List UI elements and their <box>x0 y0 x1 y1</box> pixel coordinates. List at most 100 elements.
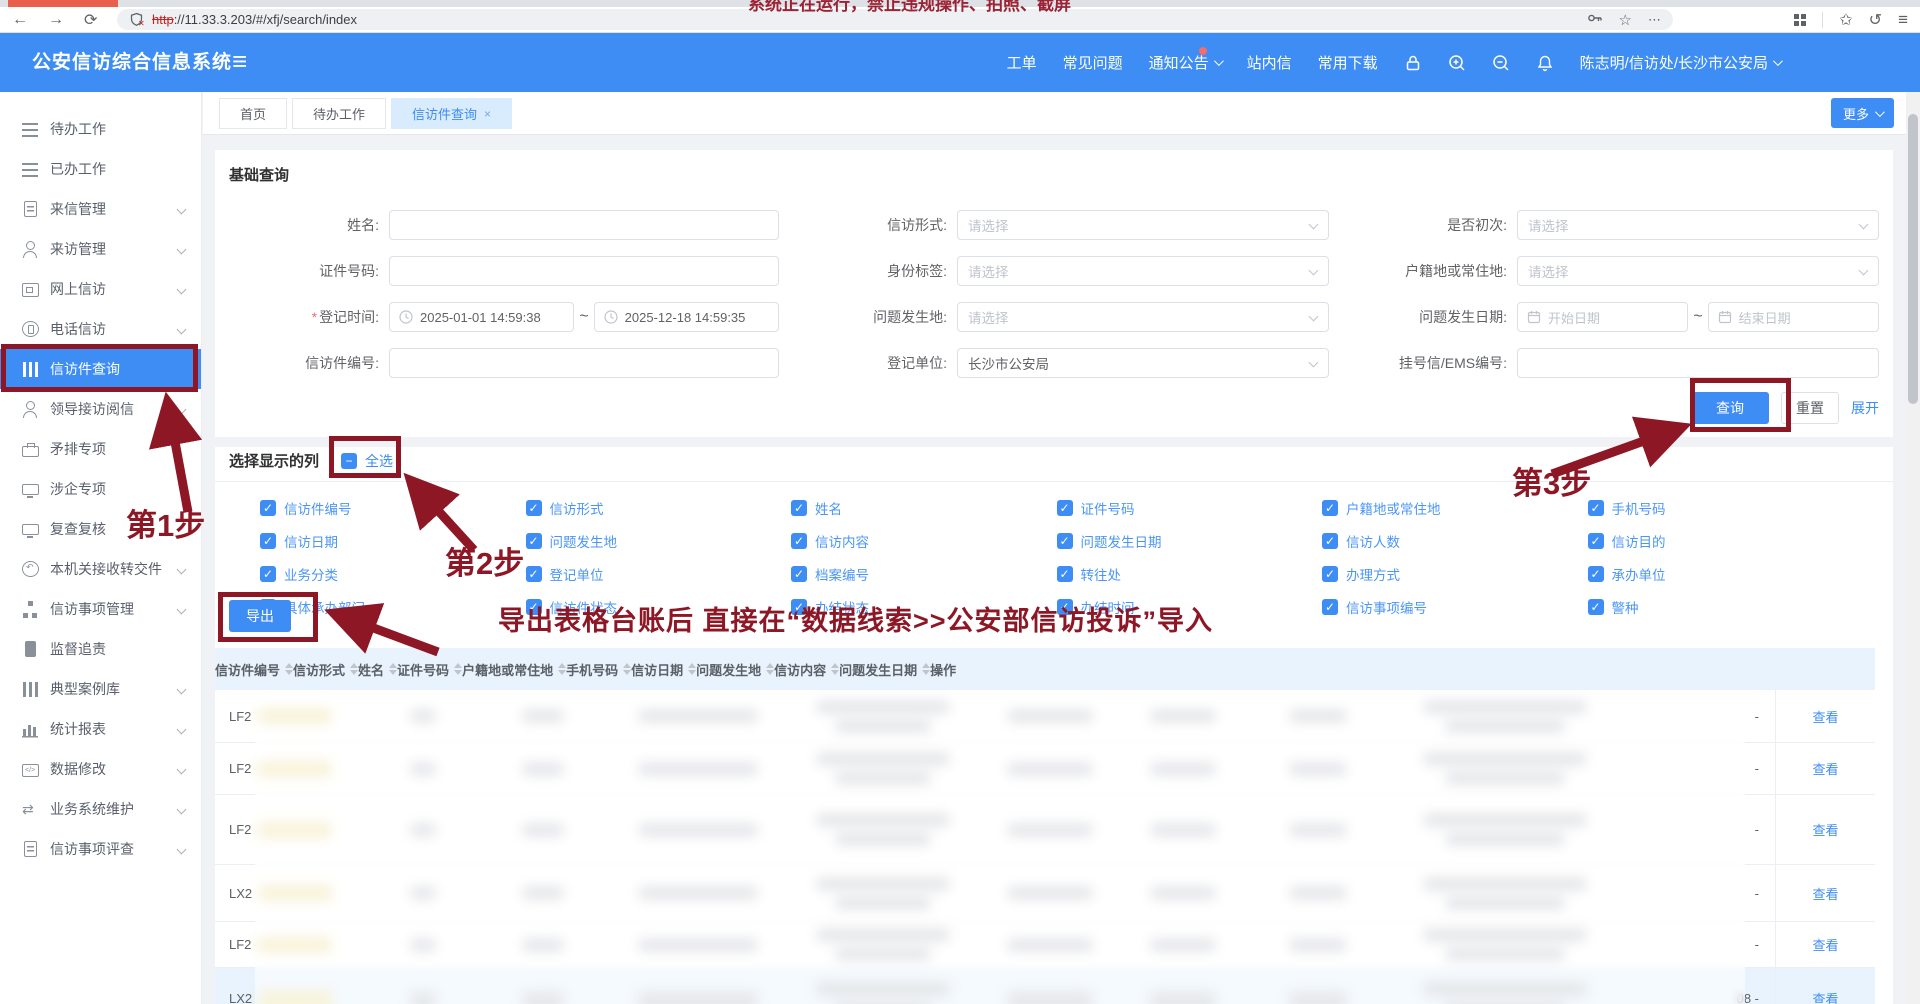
checkbox-checked-icon[interactable]: ✓ <box>526 533 542 549</box>
more-url-actions-icon[interactable]: ⋯ <box>1648 12 1661 28</box>
sort-icon[interactable] <box>285 663 293 675</box>
column-checkbox[interactable]: ✓ 转往处 <box>1057 564 1323 584</box>
sidebar-item[interactable]: 已办工作 <box>0 149 201 189</box>
ems-number-input[interactable] <box>1517 348 1879 378</box>
browser-tab[interactable] <box>8 0 118 7</box>
password-key-icon[interactable] <box>1587 10 1603 29</box>
checkbox-checked-icon[interactable]: ✓ <box>1588 566 1604 582</box>
checkbox-checked-icon[interactable]: ✓ <box>1588 533 1604 549</box>
checkbox-checked-icon[interactable]: ✓ <box>1322 566 1338 582</box>
name-input[interactable] <box>389 210 779 240</box>
menu-downloads[interactable]: 常用下载 <box>1318 52 1378 73</box>
column-checkbox[interactable]: ✓ 警种 <box>1588 597 1854 617</box>
table-header-cell[interactable]: 问题发生日期 <box>839 660 930 679</box>
sidebar-item[interactable]: 业务系统维护 <box>0 789 201 829</box>
column-checkbox[interactable]: ✓ 信访形式 <box>526 498 792 518</box>
view-link[interactable]: 查看 <box>1812 935 1838 954</box>
first-time-select[interactable]: 请选择 <box>1517 210 1879 240</box>
table-header-cell[interactable]: 信访内容 <box>774 660 839 679</box>
column-checkbox[interactable]: ✓ 承办单位 <box>1588 564 1854 584</box>
checkbox-checked-icon[interactable]: ✓ <box>1057 566 1073 582</box>
column-checkbox[interactable]: ✓ 问题发生地 <box>526 531 792 551</box>
apps-grid-icon[interactable] <box>1794 14 1806 26</box>
page-scrollbar[interactable] <box>1906 92 1920 1004</box>
tab-search[interactable]: 信访件查询× <box>391 98 512 129</box>
petition-form-select[interactable]: 请选择 <box>957 210 1329 240</box>
forward-button[interactable]: → <box>48 11 64 29</box>
checkbox-checked-icon[interactable]: ✓ <box>260 566 276 582</box>
column-checkbox[interactable]: ✓ 信访人数 <box>1322 531 1588 551</box>
column-checkbox[interactable]: ✓ 证件号码 <box>1057 498 1323 518</box>
sidebar-item[interactable]: 典型案例库 <box>0 669 201 709</box>
sort-icon[interactable] <box>922 663 930 675</box>
register-time-start[interactable]: 2025-01-01 14:59:38 <box>389 302 574 332</box>
sort-icon[interactable] <box>454 663 462 675</box>
sidebar-item[interactable]: 网上信访 <box>0 269 201 309</box>
column-checkbox[interactable]: ✓ 姓名 <box>791 498 1057 518</box>
column-checkbox[interactable]: ✓ 信访事项编号 <box>1322 597 1588 617</box>
column-checkbox[interactable]: ✓ 具体承办部门 <box>260 597 526 617</box>
sidebar-item[interactable]: 信访事项管理 <box>0 589 201 629</box>
view-link[interactable]: 查看 <box>1812 989 1838 1004</box>
checkbox-checked-icon[interactable]: ✓ <box>791 566 807 582</box>
reset-button[interactable]: 重置 <box>1781 392 1839 424</box>
browser-menu-icon[interactable]: ≡ <box>1898 10 1908 30</box>
menu-notice[interactable]: 通知公告 <box>1149 52 1221 73</box>
expand-link[interactable]: 展开 <box>1851 398 1879 418</box>
close-icon[interactable]: × <box>484 107 491 121</box>
column-checkbox[interactable]: ✓ 手机号码 <box>1588 498 1854 518</box>
sidebar-item[interactable]: 领导接访阅信 <box>0 389 201 429</box>
residence-select[interactable]: 请选择 <box>1517 256 1879 286</box>
sort-icon[interactable] <box>766 663 774 675</box>
menu-faq[interactable]: 常见问题 <box>1063 52 1123 73</box>
checkbox-checked-icon[interactable]: ✓ <box>1322 500 1338 516</box>
view-link[interactable]: 查看 <box>1812 707 1838 726</box>
scrollbar-thumb[interactable] <box>1908 114 1918 404</box>
menu-work-order[interactable]: 工单 <box>1007 52 1037 73</box>
sort-icon[interactable] <box>389 663 397 675</box>
sidebar-item[interactable]: 信访事项评查 <box>0 829 201 869</box>
column-checkbox[interactable]: ✓ 档案编号 <box>791 564 1057 584</box>
checkbox-checked-icon[interactable]: ✓ <box>1322 533 1338 549</box>
sort-icon[interactable] <box>558 663 566 675</box>
checkbox-checked-icon[interactable]: ✓ <box>260 533 276 549</box>
checkbox-checked-icon[interactable]: ✓ <box>526 566 542 582</box>
column-checkbox[interactable]: ✓ 办理方式 <box>1322 564 1588 584</box>
sidebar-item[interactable]: 统计报表 <box>0 709 201 749</box>
table-header-cell[interactable]: 信访日期 <box>631 660 696 679</box>
more-tabs-button[interactable]: 更多 <box>1831 98 1894 128</box>
table-header-cell[interactable]: 手机号码 <box>566 660 631 679</box>
checkbox-checked-icon[interactable]: ✓ <box>1057 533 1073 549</box>
sidebar-item[interactable]: 本机关接收转交件 <box>0 549 201 589</box>
table-header-cell[interactable]: 操作 <box>930 660 956 679</box>
table-header-cell[interactable]: 信访形式 <box>293 660 358 679</box>
lock-icon[interactable] <box>1404 54 1422 72</box>
reload-button[interactable]: ⟳ <box>84 10 97 30</box>
checkbox-checked-icon[interactable]: ✓ <box>1322 599 1338 615</box>
column-checkbox[interactable]: ✓ 登记单位 <box>526 564 792 584</box>
sort-icon[interactable] <box>688 663 696 675</box>
table-header-cell[interactable]: 信访件编号 <box>215 660 293 679</box>
checkbox-checked-icon[interactable]: ✓ <box>526 500 542 516</box>
checkbox-checked-icon[interactable]: ✓ <box>791 500 807 516</box>
checkbox-checked-icon[interactable]: ✓ <box>260 500 276 516</box>
sidebar-item[interactable]: 来信管理 <box>0 189 201 229</box>
column-checkbox[interactable]: ✓ 信访目的 <box>1588 531 1854 551</box>
sidebar-item[interactable]: 待办工作 <box>0 109 201 149</box>
history-undo-icon[interactable]: ↺ <box>1869 10 1882 30</box>
sidebar-item[interactable]: 信访件查询 <box>0 349 201 389</box>
table-header-cell[interactable]: 户籍地或常住地 <box>462 660 566 679</box>
sort-icon[interactable] <box>831 663 839 675</box>
back-button[interactable]: ← <box>12 11 28 29</box>
zoom-out-icon[interactable] <box>1492 54 1510 72</box>
table-header-cell[interactable]: 证件号码 <box>397 660 462 679</box>
select-all-checkbox[interactable]: − 全选 <box>341 451 393 471</box>
export-button[interactable]: 导出 <box>229 600 291 632</box>
sidebar-toggle-icon[interactable]: ≡ <box>232 33 247 90</box>
checkbox-indeterminate-icon[interactable]: − <box>341 453 357 469</box>
checkbox-checked-icon[interactable]: ✓ <box>1588 599 1604 615</box>
checkbox-checked-icon[interactable]: ✓ <box>1057 500 1073 516</box>
checkbox-checked-icon[interactable]: ✓ <box>791 533 807 549</box>
sidebar-item[interactable]: 矛排专项 <box>0 429 201 469</box>
sidebar-item[interactable]: 电话信访 <box>0 309 201 349</box>
